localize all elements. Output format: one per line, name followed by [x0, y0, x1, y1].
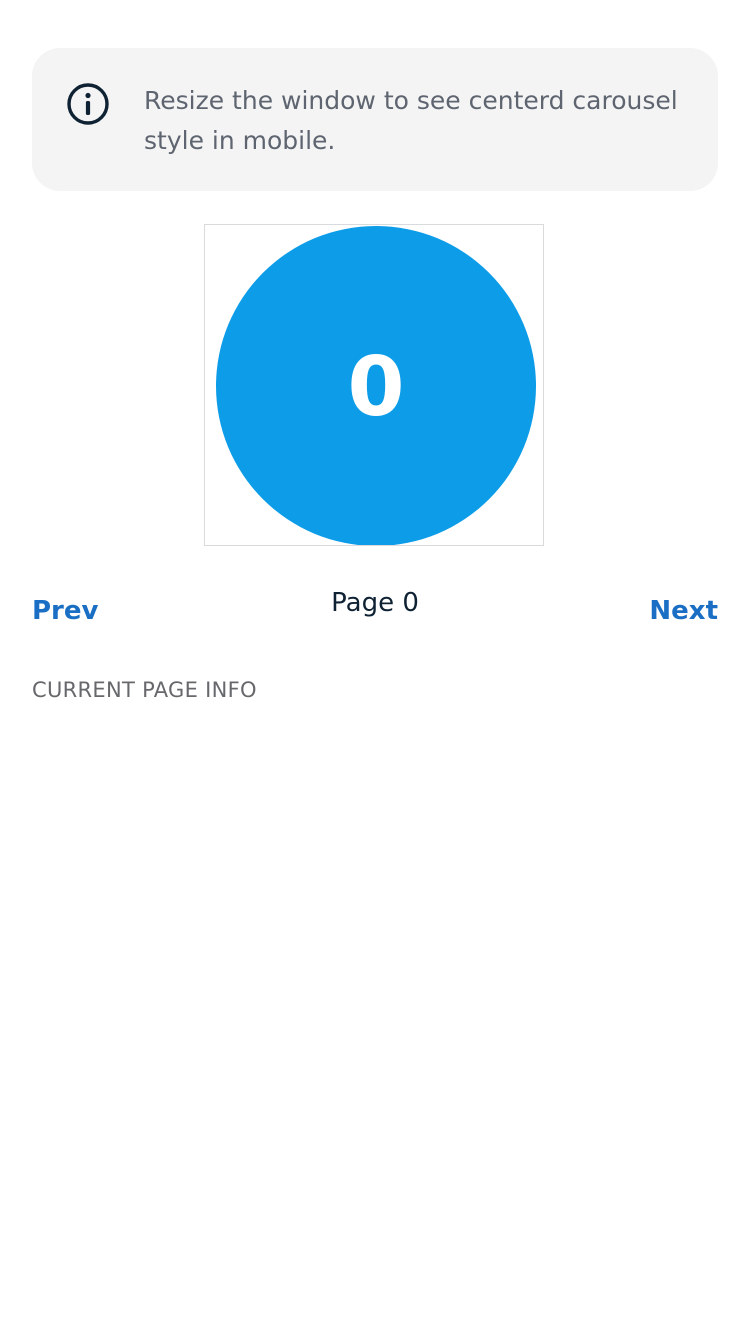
info-banner-text: Resize the window to see centerd carouse…	[144, 86, 678, 155]
info-banner: Resize the window to see centerd carouse…	[32, 48, 718, 191]
info-icon	[66, 82, 110, 126]
next-button[interactable]: Next	[649, 596, 718, 626]
carousel[interactable]: 0	[204, 224, 544, 546]
carousel-slide[interactable]: 0	[216, 226, 536, 545]
page-indicator: Page 0	[331, 588, 419, 618]
carousel-navigation: Prev Page 0 Next	[32, 586, 718, 636]
current-page-info-heading: CURRENT PAGE INFO	[32, 678, 257, 702]
slide-number: 0	[347, 340, 405, 435]
